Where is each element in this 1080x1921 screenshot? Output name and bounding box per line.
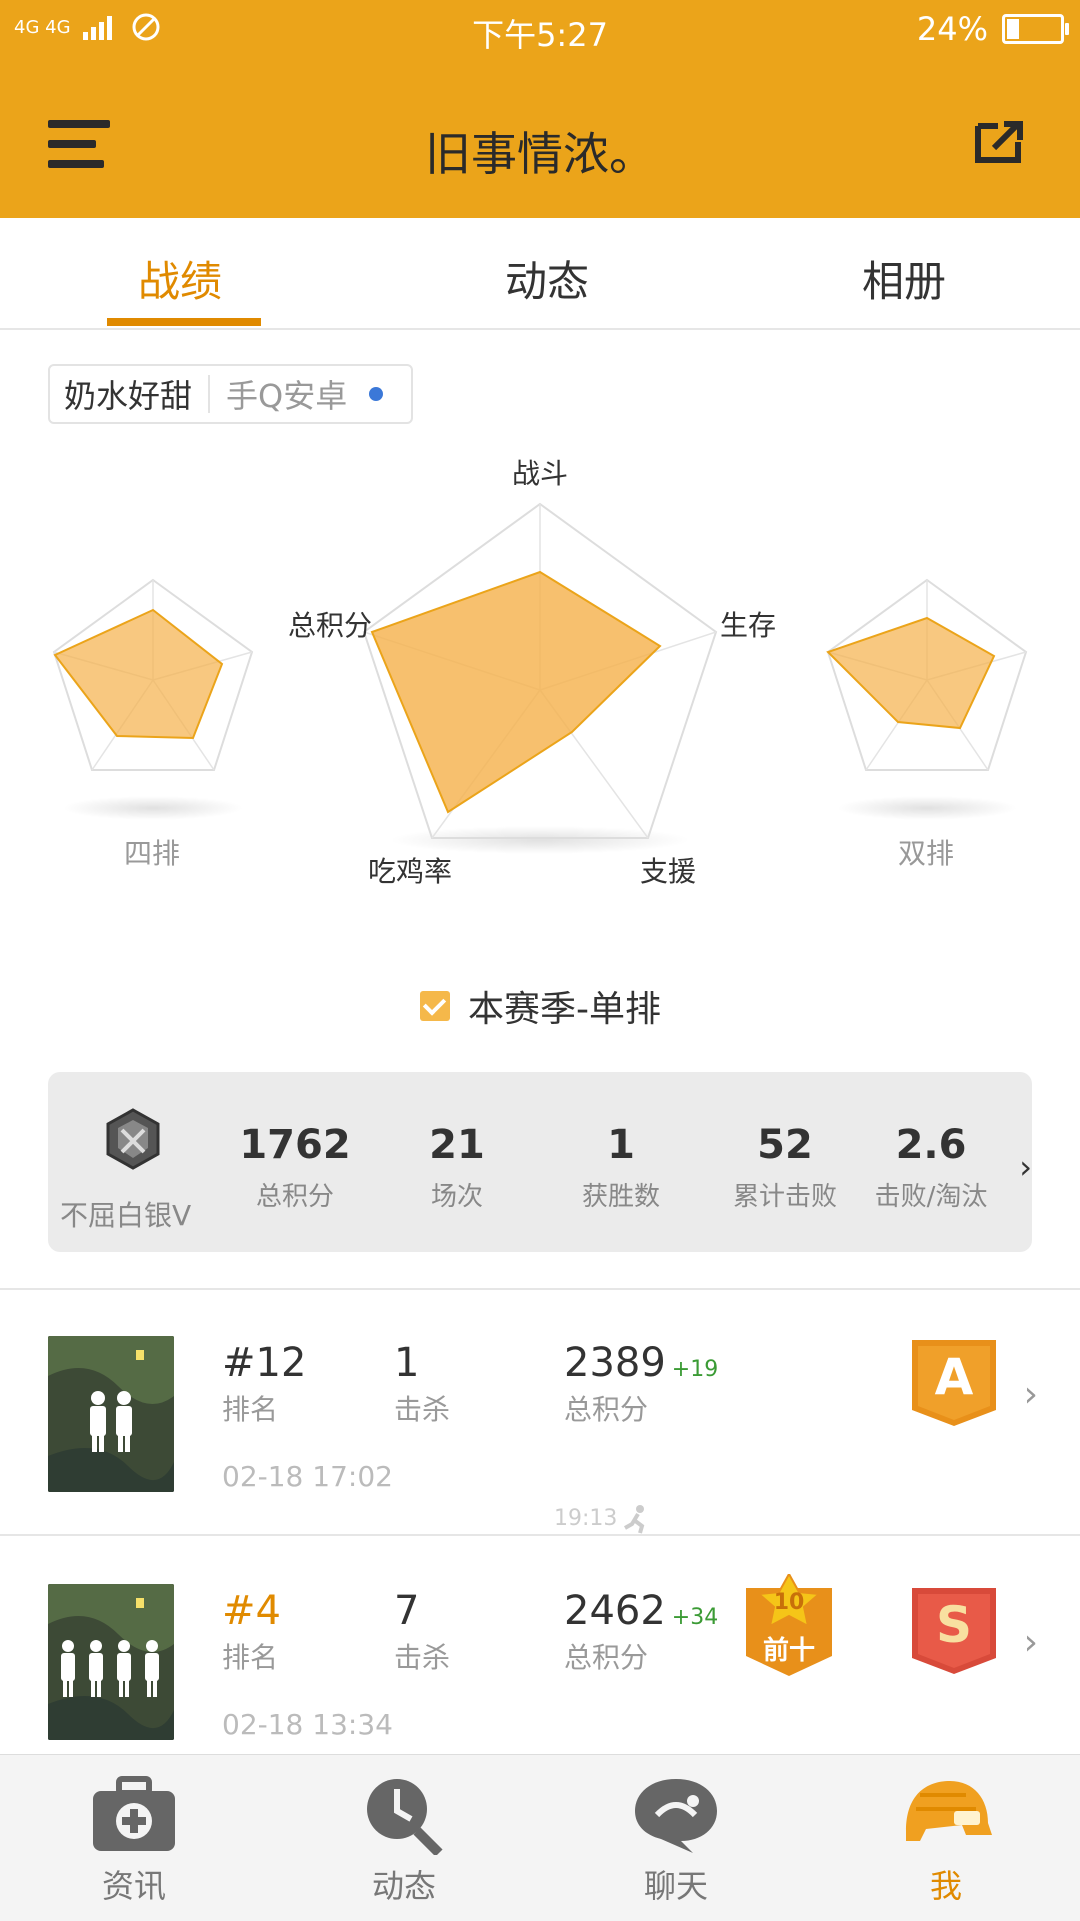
map-thumbnail (48, 1336, 174, 1492)
grade-s-badge: S (910, 1586, 998, 1676)
radar-axis-survival: 生存 (720, 609, 777, 642)
account-platform: 手Q安卓 (226, 377, 348, 415)
tab-record[interactable]: 战绩 (138, 248, 222, 309)
match-item[interactable]: #12 排名 1 击杀 2389 +19 总积分 02-18 17:02 A › … (0, 1336, 1080, 1584)
match-date: 02-18 17:02 (222, 1460, 393, 1493)
stat-matches: 21 场次 (429, 1122, 485, 1212)
season-label: 本赛季-单排 (468, 989, 661, 1030)
season-filter[interactable]: 本赛季-单排 (420, 980, 661, 1032)
helmet-icon (906, 1781, 992, 1841)
match-kills: 1 击杀 (394, 1340, 451, 1426)
pan-clock-icon (367, 1779, 443, 1855)
battery-icon (1002, 14, 1069, 44)
bottom-nav: 资讯 动态 聊天 我 (0, 1754, 1080, 1921)
nav-dynamics[interactable]: 动态 (334, 1775, 474, 1907)
checkbox-icon[interactable] (420, 991, 450, 1021)
stat-total-score: 1762 总积分 (239, 1122, 351, 1212)
grade-a-badge: A (910, 1338, 998, 1428)
nav-news[interactable]: 资讯 (64, 1775, 204, 1907)
silver-rank-icon (106, 1108, 160, 1170)
chevron-right-icon[interactable]: › (1024, 1622, 1038, 1663)
match-score: 2389 +19 总积分 (564, 1340, 719, 1426)
first-aid-kit-icon (93, 1776, 175, 1851)
status-dot-icon (369, 387, 384, 401)
share-icon[interactable] (974, 120, 1024, 164)
radar-squad[interactable] (52, 578, 254, 771)
chevron-right-icon[interactable]: › (1019, 1148, 1032, 1186)
match-date: 02-18 13:34 (222, 1708, 393, 1741)
radar-duo[interactable] (826, 578, 1028, 771)
score-delta: +34 (671, 1605, 719, 1630)
account-selector[interactable]: 奶水好甜 手Q安卓 (48, 364, 414, 424)
active-tab-indicator (107, 318, 261, 326)
score-delta: +19 (671, 1357, 719, 1382)
radar-charts (52, 502, 1028, 854)
running-icon (624, 1505, 645, 1534)
radar-axis-support: 支援 (640, 855, 697, 888)
radar-axis-winrate: 吃鸡率 (368, 855, 453, 888)
nav-chat[interactable]: 聊天 (606, 1775, 746, 1907)
rank-name: 不屈白银V (60, 1199, 192, 1232)
match-rank: #4 排名 (222, 1588, 281, 1674)
tab-dynamics[interactable]: 动态 (505, 248, 589, 309)
map-thumbnail (48, 1584, 174, 1740)
stat-kills: 52 累计击败 (732, 1122, 837, 1212)
chevron-right-icon[interactable]: › (1024, 1374, 1038, 1415)
radar-axis-total-score: 总积分 (288, 609, 373, 642)
stat-wins: 1 获胜数 (581, 1122, 660, 1212)
match-timestamp: 19:13 (554, 1506, 618, 1531)
top-ten-badge-icon: 10 前十 (744, 1571, 834, 1678)
radar-main[interactable] (362, 502, 718, 839)
match-rank: #12 排名 (222, 1340, 307, 1426)
season-stats-card[interactable]: 不屈白银V 1762 总积分 21 场次 1 获胜数 52 累计击败 2.6 击… (48, 1072, 1032, 1252)
status-bar: 4G 4G 下午5:27 24% (0, 0, 1080, 60)
tab-album[interactable]: 相册 (862, 248, 946, 309)
chat-bubble-icon (635, 1779, 717, 1853)
radar-duo-label: 双排 (898, 837, 955, 870)
app-bar: 旧事情浓。 (0, 60, 1080, 218)
account-name: 奶水好甜 (64, 377, 193, 415)
match-score: 2462 +34 总积分 (564, 1588, 719, 1674)
tab-bar: 战绩 动态 相册 (0, 218, 1080, 330)
battery-percent: 24% (916, 10, 988, 48)
radar-squad-label: 四排 (124, 837, 181, 870)
stat-kd: 2.6 击败/淘汰 (874, 1122, 988, 1212)
match-kills: 7 击杀 (394, 1588, 451, 1674)
page-title: 旧事情浓。 (425, 127, 655, 181)
radar-axis-combat: 战斗 (512, 457, 569, 490)
nav-me[interactable]: 我 (876, 1775, 1016, 1907)
